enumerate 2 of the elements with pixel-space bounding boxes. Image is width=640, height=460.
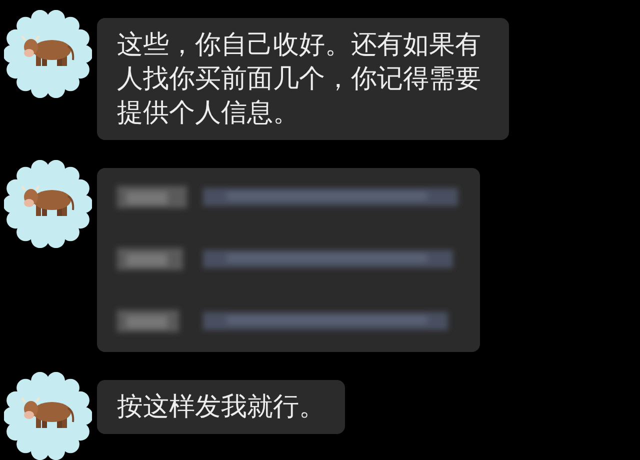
message-text: 按这样发我就行。 [117, 391, 325, 424]
message-text: 这些，你自己收好。还有如果有人找你买前面几个，你记得需要提供个人信息。 [117, 29, 482, 130]
